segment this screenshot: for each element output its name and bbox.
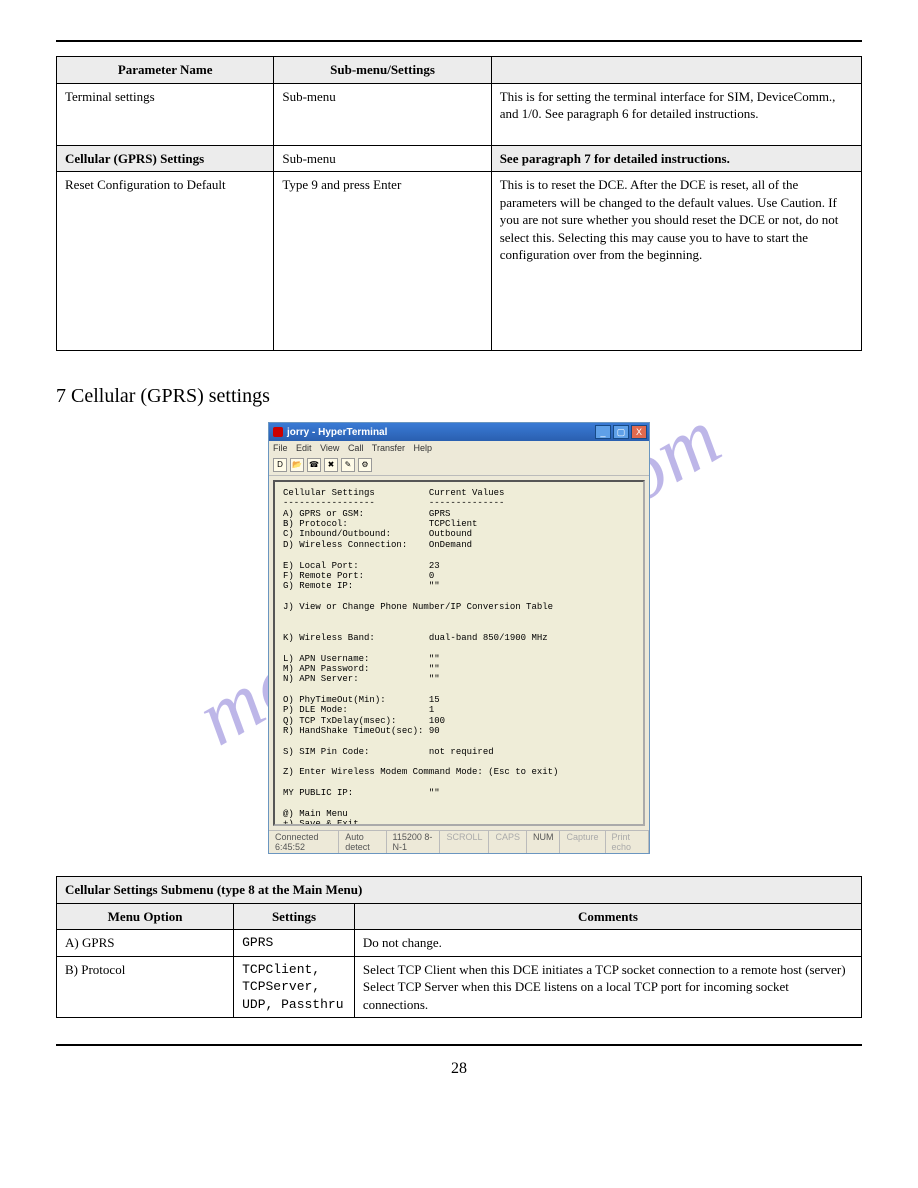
window-title: jorry - HyperTerminal — [287, 427, 387, 438]
t1-r3c1: Reset Configuration to Default — [57, 172, 274, 351]
t1-h1: Parameter Name — [57, 57, 274, 84]
menu-bar: File Edit View Call Transfer Help — [269, 441, 649, 455]
status-print: Print echo — [606, 831, 650, 853]
status-caps: CAPS — [489, 831, 527, 853]
window-titlebar: jorry - HyperTerminal _ ▢ X — [269, 423, 649, 441]
menu-edit[interactable]: Edit — [296, 443, 312, 453]
status-num: NUM — [527, 831, 561, 853]
page-number: 28 — [56, 1060, 862, 1078]
window-buttons: _ ▢ X — [595, 425, 649, 439]
t1-r3c3: This is to reset the DCE. After the DCE … — [491, 172, 861, 351]
properties-icon[interactable]: ⚙ — [358, 458, 372, 472]
section-heading: 7 Cellular (GPRS) settings — [56, 385, 862, 408]
new-icon[interactable]: D — [273, 458, 287, 472]
menu-transfer[interactable]: Transfer — [372, 443, 405, 453]
disconnect-icon[interactable]: ✖ — [324, 458, 338, 472]
status-connected: Connected 6:45:52 — [269, 831, 339, 853]
table-row: A) GPRS GPRS Do not change. — [57, 930, 862, 957]
menu-help[interactable]: Help — [414, 443, 433, 453]
t1-h2: Sub-menu/Settings — [274, 57, 491, 84]
t2-r1c3: Do not change. — [354, 930, 861, 957]
close-button[interactable]: X — [631, 425, 647, 439]
t1-r1c1: Terminal settings — [57, 83, 274, 145]
table-row: Cellular (GPRS) Settings Sub-menu See pa… — [57, 145, 862, 172]
maximize-button[interactable]: ▢ — [613, 425, 629, 439]
t2-h3: Comments — [354, 903, 861, 930]
menu-call[interactable]: Call — [348, 443, 364, 453]
terminal-text: Cellular Settings Current Values -------… — [283, 488, 635, 826]
rule-bottom — [56, 1044, 862, 1046]
t1-r2c3: See paragraph 7 for detailed instruction… — [491, 145, 861, 172]
menu-file[interactable]: File — [273, 443, 288, 453]
table-row: B) Protocol TCPClient, TCPServer, UDP, P… — [57, 956, 862, 1018]
t1-r1c3: This is for setting the terminal interfa… — [491, 83, 861, 145]
t2-r2c3: Select TCP Client when this DCE initiate… — [354, 956, 861, 1018]
status-capture: Capture — [560, 831, 605, 853]
t2-h2: Settings — [234, 903, 355, 930]
cellular-settings-table: Cellular Settings Submenu (type 8 at the… — [56, 876, 862, 1018]
t1-r2c1: Cellular (GPRS) Settings — [57, 145, 274, 172]
status-bar: Connected 6:45:52 Auto detect 115200 8-N… — [269, 830, 649, 853]
terminal-body[interactable]: Cellular Settings Current Values -------… — [273, 480, 645, 826]
connect-icon[interactable]: ☎ — [307, 458, 321, 472]
table-row: Terminal settings Sub-menu This is for s… — [57, 83, 862, 145]
t2-header-span: Cellular Settings Submenu (type 8 at the… — [57, 877, 862, 904]
status-scroll: SCROLL — [440, 831, 489, 853]
open-icon[interactable]: 📂 — [290, 458, 304, 472]
t1-r1c2: Sub-menu — [274, 83, 491, 145]
t2-r1c2: GPRS — [234, 930, 355, 957]
t2-r2c2: TCPClient, TCPServer, UDP, Passthru — [234, 956, 355, 1018]
toolbar: D 📂 ☎ ✖ ✎ ⚙ — [269, 455, 649, 476]
t2-h1: Menu Option — [57, 903, 234, 930]
status-autodetect: Auto detect — [339, 831, 386, 853]
menu-view[interactable]: View — [320, 443, 339, 453]
table-row: Reset Configuration to Default Type 9 an… — [57, 172, 862, 351]
t1-r3c2: Type 9 and press Enter — [274, 172, 491, 351]
minimize-button[interactable]: _ — [595, 425, 611, 439]
hyperterminal-window: jorry - HyperTerminal _ ▢ X File Edit Vi… — [268, 422, 650, 854]
t1-r2c2: Sub-menu — [274, 145, 491, 172]
parameters-table: Parameter Name Sub-menu/Settings Termina… — [56, 56, 862, 351]
rule-top — [56, 40, 862, 42]
t1-h3 — [491, 57, 861, 84]
t2-r2c1: B) Protocol — [57, 956, 234, 1018]
app-icon — [273, 427, 283, 437]
status-baud: 115200 8-N-1 — [387, 831, 441, 853]
send-icon[interactable]: ✎ — [341, 458, 355, 472]
t2-r1c1: A) GPRS — [57, 930, 234, 957]
